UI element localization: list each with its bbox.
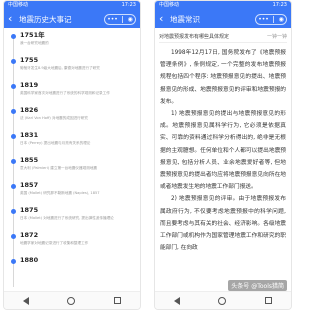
clock-label: 17:23 <box>272 2 287 8</box>
timeline-dot-icon <box>11 134 16 139</box>
article-paragraph: 1) 地震预报意见的提出与地震预报意见的形成。地震预报意见属科学行为, 它必须是… <box>160 111 286 191</box>
nav-home-icon[interactable] <box>67 296 76 305</box>
nav-back-icon[interactable] <box>23 296 30 305</box>
close-icon[interactable]: ◉ <box>128 15 133 24</box>
page-title: 地震历史大事记 <box>19 14 72 24</box>
timeline-dot-icon <box>11 234 16 239</box>
timeline-dot-icon <box>11 184 16 189</box>
carrier-label: 中国移动 <box>159 2 180 8</box>
status-bar: 中国移动 17:23 <box>4 1 140 10</box>
source-watermark: 头条号 @Tools猎简 <box>228 280 287 291</box>
back-arrow-icon[interactable]: ‹ <box>159 10 168 28</box>
nav-back-icon[interactable] <box>174 296 181 305</box>
timeline-description: 日本 (Mallet) 对地震进行了系统研究, 提出弹性波传播理论 <box>20 216 114 220</box>
timeline-item[interactable]: 1880 <box>11 256 136 281</box>
more-icon[interactable]: ••• <box>107 15 118 24</box>
timeline-item[interactable]: 1751年我一台研究地震的 <box>11 31 136 56</box>
page-title: 地震常识 <box>170 14 200 24</box>
timeline-dot-icon <box>11 59 16 64</box>
article-meta: 一钟一钟 <box>266 34 287 40</box>
phone-screen-right: 中国移动 17:23 ‹ 地震常识 ••• ◉ 对地震预报发布有哪些具体规定 一… <box>154 0 292 310</box>
timeline-description: 我一台研究地震的 <box>20 41 49 45</box>
title-bar: ‹ 地震历史大事记 ••• ◉ <box>4 10 140 28</box>
mini-program-capsule: ••• ◉ <box>104 13 136 25</box>
timeline-description: 意大利 (Palmieri) 建立第一台地震仪器观测地震 <box>20 166 97 170</box>
timeline-item[interactable]: 1857 英国 (Mallet) 研究那不勒斯地震 (Naples), 1857 <box>11 181 136 206</box>
timeline-dot-icon <box>11 259 16 264</box>
timeline-year: 1880 <box>20 256 39 264</box>
timeline-year: 1819 <box>20 81 39 89</box>
android-nav-bar <box>155 291 291 309</box>
android-nav-bar <box>4 291 140 309</box>
phone-screen-left: 中国移动 17:23 ‹ 地震历史大事记 ••• ◉ 1751年我一台研究地震的… <box>3 0 141 310</box>
timeline-dot-icon <box>11 159 16 164</box>
timeline-item[interactable]: 1831 日本 (Perrey) 提出地震与月亮有关系的理论 <box>11 131 136 156</box>
timeline-dot-icon <box>11 34 16 39</box>
timeline-year: 1857 <box>20 181 39 189</box>
more-icon[interactable]: ••• <box>258 15 269 24</box>
timeline-year: 1751年 <box>20 31 45 39</box>
timeline-year: 1855 <box>20 156 39 164</box>
timeline-year: 1826 <box>20 106 39 114</box>
status-bar: 中国移动 17:23 <box>155 1 291 10</box>
timeline-description: 英国 (Mallet) 研究那不勒斯地震 (Naples), 1857 <box>20 191 100 195</box>
nav-recent-icon[interactable] <box>264 297 272 304</box>
timeline-year: 1755 <box>20 56 39 64</box>
capsule-divider <box>273 15 275 23</box>
close-icon[interactable]: ◉ <box>279 15 284 24</box>
nav-recent-icon[interactable] <box>113 297 121 304</box>
mini-program-capsule: ••• ◉ <box>255 13 287 25</box>
timeline-year: 1872 <box>20 231 39 239</box>
nav-home-icon[interactable] <box>218 296 227 305</box>
timeline-dot-icon <box>11 209 16 214</box>
title-bar: ‹ 地震常识 ••• ◉ <box>155 10 291 28</box>
article-body: 1998年12月17日, 国务院发布了《地震预报管理条例》, 条例规定, 一个完… <box>160 47 286 285</box>
timeline-item[interactable]: 1755 葡萄牙发生8.9级大地震后, 康德对地震进行了研究 <box>11 56 136 81</box>
article-question: 对地震预报发布有哪些具体规定 <box>159 34 230 40</box>
article-paragraph: 2) 地震预报意见的评审。由于地震预报发布属政府行为, 不仅要考虑地震预报中的科… <box>160 196 286 252</box>
article-subtitle: 对地震预报发布有哪些具体规定 一钟一钟 <box>159 31 287 43</box>
timeline-description: 法 (Karl Von Hoff) 对地震的成因进行研究 <box>20 116 88 120</box>
timeline-dot-icon <box>11 84 16 89</box>
timeline-year: 1875 <box>20 206 39 214</box>
timeline-description: 英国科学家首次对地震进行了系统的科学观测和记录工作 <box>20 91 110 95</box>
timeline-item[interactable]: 1819 英国科学家首次对地震进行了系统的科学观测和记录工作 <box>11 81 136 106</box>
timeline-description: 葡萄牙发生8.9级大地震后, 康德对地震进行了研究 <box>20 66 100 70</box>
timeline-description: 地震学家对地震记录进行了收集和整理工作 <box>20 241 89 245</box>
timeline-description: 日本 (Perrey) 提出地震与月亮有关系的理论 <box>20 141 91 145</box>
history-timeline: 1751年 我一台研究地震的 1755 葡萄牙发生8.9级大地震后, 康德对地震进行了… <box>4 31 140 287</box>
timeline-item[interactable]: 1875 日本 (Mallet) 对地震进行了系统研究, 提出弹性波传播理论 <box>11 206 136 231</box>
carrier-label: 中国移动 <box>8 2 29 8</box>
clock-label: 17:23 <box>121 2 136 8</box>
timeline-item[interactable]: 1826 法 (Karl Von Hoff) 对地震的成因进行研究 <box>11 106 136 131</box>
timeline-year: 1831 <box>20 131 39 139</box>
timeline-item[interactable]: 1855 意大利 (Palmieri) 建立第一台地震仪器观测地震 <box>11 156 136 181</box>
back-arrow-icon[interactable]: ‹ <box>8 10 17 28</box>
article-paragraph: 1998年12月17日, 国务院发布了《地震预报管理条例》, 条例规定, 一个完… <box>160 50 286 105</box>
capsule-divider <box>122 15 124 23</box>
timeline-dot-icon <box>11 109 16 114</box>
timeline-item[interactable]: 1872 地震学家对地震记录进行了收集和整理工作 <box>11 231 136 256</box>
